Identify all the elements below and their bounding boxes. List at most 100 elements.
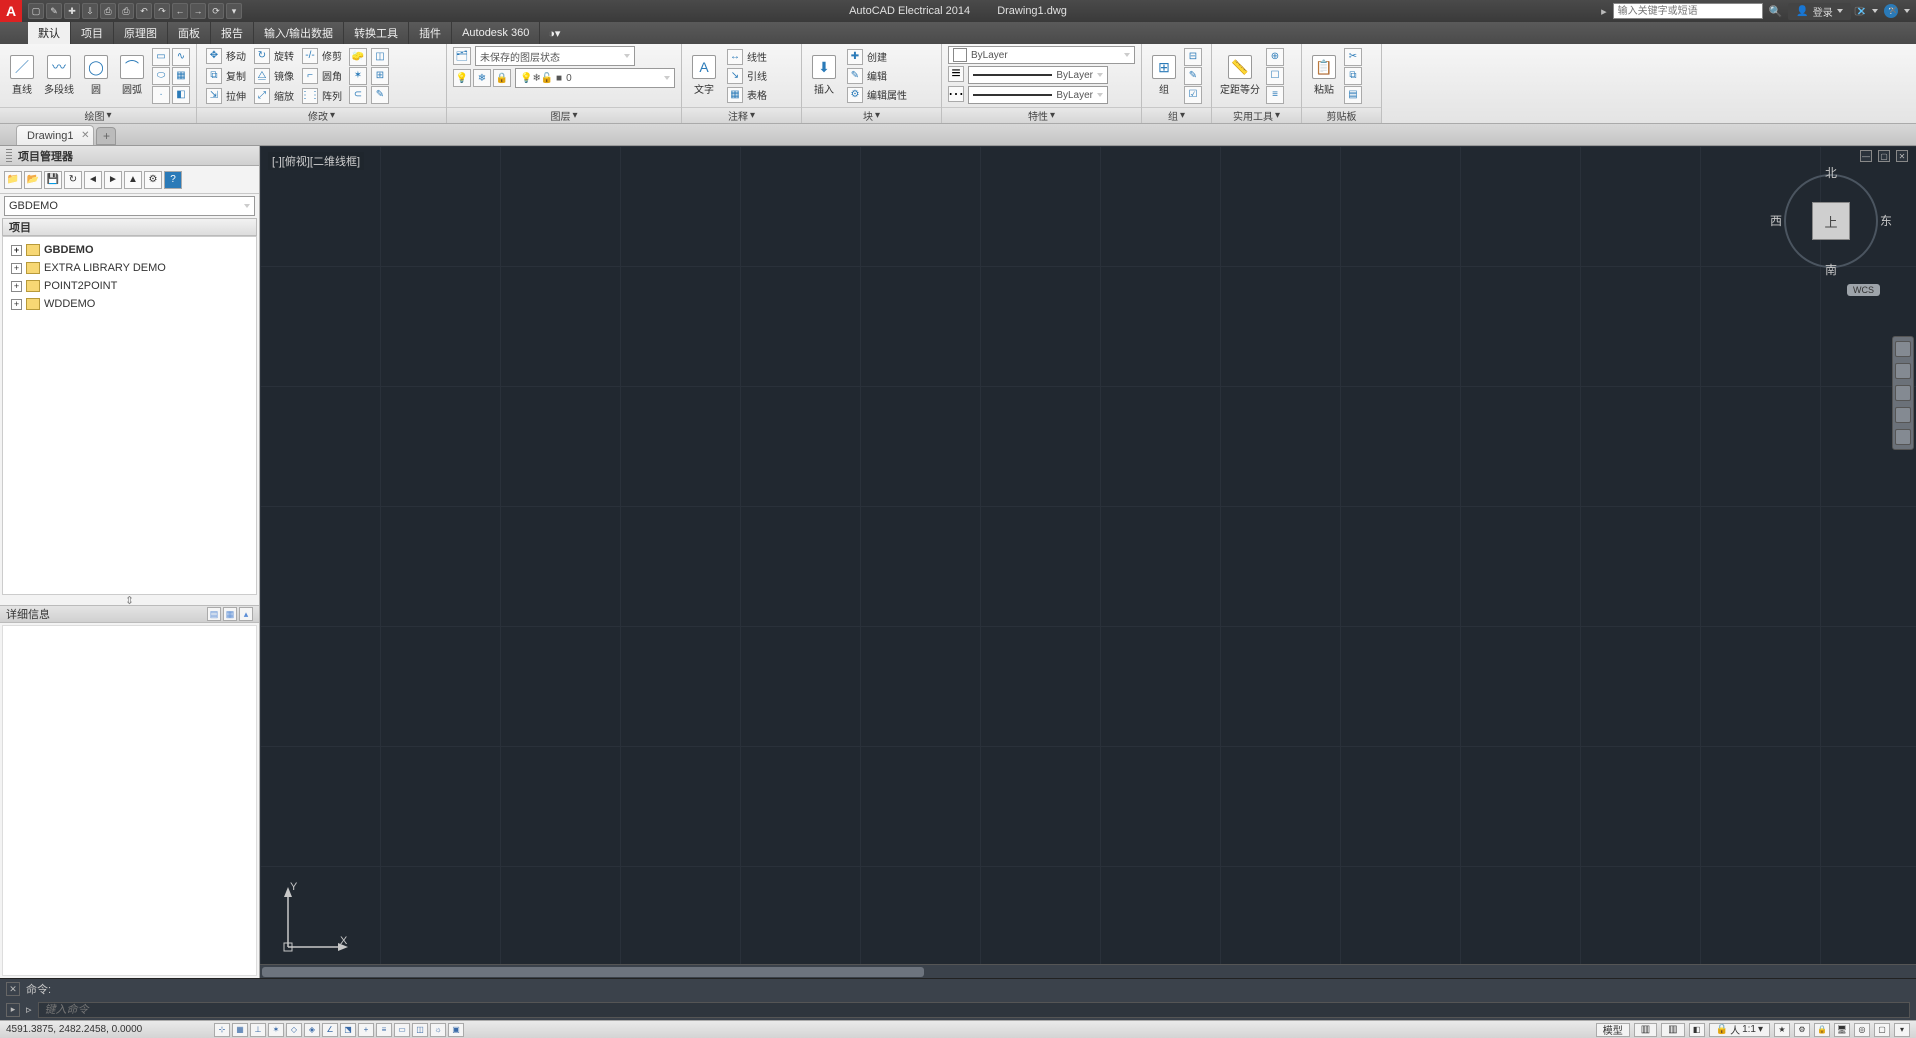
pm-title-bar[interactable]: 项目管理器 [0,146,259,166]
copy-button[interactable]: ⧉复制 [203,67,249,85]
tree-item-gbdemo[interactable]: +GBDEMO [5,241,254,259]
ungroup-icon[interactable]: ⊟ [1184,48,1202,66]
tree-item-wddemo[interactable]: +WDDEMO [5,295,254,313]
copy-clip-icon[interactable]: ⧉ [1344,67,1362,85]
tab-io-data[interactable]: 输入/输出数据 [254,22,344,44]
layout2-icon[interactable]: ▥ [1661,1023,1684,1037]
panel-props-title[interactable]: 特性 ▾ [942,107,1141,123]
panel-draw-title[interactable]: 绘图 ▾ [0,107,196,123]
drawing-canvas[interactable]: [-][俯视][二维线框] — ▢ ✕ 北 南 西 东 上 WCS [260,146,1916,978]
viewcube-east[interactable]: 东 [1880,212,1892,229]
qat-more-icon[interactable]: ▾ [226,3,242,19]
qat-new-icon[interactable]: ▢ [28,3,44,19]
linetype-dropdown[interactable]: ByLayer [968,86,1108,104]
command-input[interactable] [38,1002,1910,1018]
pm-header[interactable]: 项目 [2,218,257,236]
layer-state-dropdown[interactable]: 未保存的图层状态 [475,46,635,66]
nav-wheel-icon[interactable] [1895,341,1911,357]
lineweight-dropdown[interactable]: ByLayer [968,66,1108,84]
region-icon[interactable]: ◧ [172,86,190,104]
clean-icon[interactable]: ▢ [1874,1023,1890,1037]
tree-item-p2p[interactable]: +POINT2POINT [5,277,254,295]
lock-ui-icon[interactable]: 🔒 [1814,1023,1830,1037]
grid-icon[interactable]: ▦ [232,1023,248,1037]
pm-details-header[interactable]: 详细信息 ▤ ▦ ▴ [0,605,259,623]
ws-icon[interactable]: ⚙ [1794,1023,1810,1037]
tab-schematic[interactable]: 原理图 [114,22,168,44]
pm-det-collapse-icon[interactable]: ▴ [239,607,253,621]
isolate-icon[interactable]: ◎ [1854,1023,1870,1037]
polar-icon[interactable]: ✶ [268,1023,284,1037]
vp-maximize-icon[interactable]: ▢ [1878,150,1890,162]
expand-icon[interactable]: + [11,299,22,310]
linetype-icon[interactable]: ⋯ [948,86,964,102]
group-edit-icon[interactable]: ✎ [1184,67,1202,85]
snap-icon[interactable]: ⊹ [214,1023,230,1037]
viewcube-south[interactable]: 南 [1776,261,1886,278]
vp-minimize-icon[interactable]: — [1860,150,1872,162]
pm-new-icon[interactable]: 📁 [4,171,22,189]
util-icon-1[interactable]: ⊕ [1266,48,1284,66]
qat-sync-icon[interactable]: ⟳ [208,3,224,19]
infocenter-search-icon[interactable]: 🔍 [1769,5,1783,18]
close-tab-icon[interactable]: ✕ [81,130,89,141]
layer-freeze-icon[interactable]: ❄ [473,69,491,87]
window-maximize-button[interactable]: ▢ [1842,0,1876,20]
qat-nav-back-icon[interactable]: ← [172,3,188,19]
clip-extra-icon[interactable]: ▤ [1344,86,1362,104]
expand-icon[interactable]: + [11,281,22,292]
mirror-button[interactable]: ⧋镜像 [251,67,297,85]
line-button[interactable]: ／直线 [6,55,38,96]
expand-icon[interactable]: + [11,245,22,256]
sc-icon[interactable]: ☼ [430,1023,446,1037]
pm-prev-icon[interactable]: ◄ [84,171,102,189]
pm-help-icon[interactable]: ? [164,171,182,189]
explode-icon[interactable]: ✶ [349,67,367,85]
panel-annot-title[interactable]: 注释 ▾ [682,107,801,123]
pm-save-icon[interactable]: 💾 [44,171,62,189]
tab-a360[interactable]: Autodesk 360 [452,22,540,44]
annoscale-button[interactable]: 🔒 人 1:1 ▾ [1709,1023,1770,1037]
fillet-button[interactable]: ⌐圆角 [299,67,345,85]
qat-open-icon[interactable]: ✎ [46,3,62,19]
viewcube-face-top[interactable]: 上 [1812,202,1850,240]
qat-redo-icon[interactable]: ↷ [154,3,170,19]
ucs-icon[interactable]: Y X [278,887,348,960]
measure-button[interactable]: 📏定距等分 [1218,55,1262,96]
edit-block-button[interactable]: ✎编辑 [844,67,910,85]
erase-icon[interactable]: 🧽 [349,48,367,66]
tab-default[interactable]: 默认 [28,22,71,44]
tab-convert[interactable]: 转换工具 [344,22,409,44]
array-button[interactable]: ⋮⋮阵列 [299,87,345,105]
linear-dim-button[interactable]: ↔线性 [724,48,770,66]
annovis-icon[interactable]: ★ [1774,1023,1790,1037]
ellipse-icon[interactable]: ⬭ [152,67,170,85]
circle-button[interactable]: ◯圆 [80,55,112,96]
qat-save-icon[interactable]: ✚ [64,3,80,19]
wcs-badge[interactable]: WCS [1847,284,1880,296]
scrollbar-thumb[interactable] [262,967,924,977]
tab-panel[interactable]: 面板 [168,22,211,44]
tab-report[interactable]: 报告 [211,22,254,44]
point-icon[interactable]: ∙ [152,86,170,104]
pm-open-icon[interactable]: 📂 [24,171,42,189]
qat-print-icon[interactable]: ⎙ [118,3,134,19]
mod-extra3-icon[interactable]: ✎ [371,86,389,104]
pm-splitter[interactable]: ⇕ [0,595,259,605]
scale-button[interactable]: ⤢缩放 [251,87,297,105]
window-close-button[interactable]: ✕ [1876,0,1910,20]
nav-showmotion-icon[interactable] [1895,429,1911,445]
viewcube-west[interactable]: 西 [1770,212,1782,229]
quickview-icon[interactable]: ◧ [1689,1023,1705,1037]
app-icon[interactable]: A [0,0,22,22]
rect-icon[interactable]: ▭ [152,48,170,66]
pm-project-dropdown[interactable]: GBDEMO [4,196,255,216]
viewcube[interactable]: 北 南 西 东 上 [1776,166,1886,276]
color-dropdown[interactable]: ByLayer [948,46,1135,64]
otrack-icon[interactable]: ∠ [322,1023,338,1037]
layer-light-icon[interactable]: 💡 [453,69,471,87]
move-button[interactable]: ✥移动 [203,47,249,65]
leader-button[interactable]: ↘引线 [724,67,770,85]
model-space-button[interactable]: 模型 [1596,1023,1630,1037]
nav-pan-icon[interactable] [1895,363,1911,379]
